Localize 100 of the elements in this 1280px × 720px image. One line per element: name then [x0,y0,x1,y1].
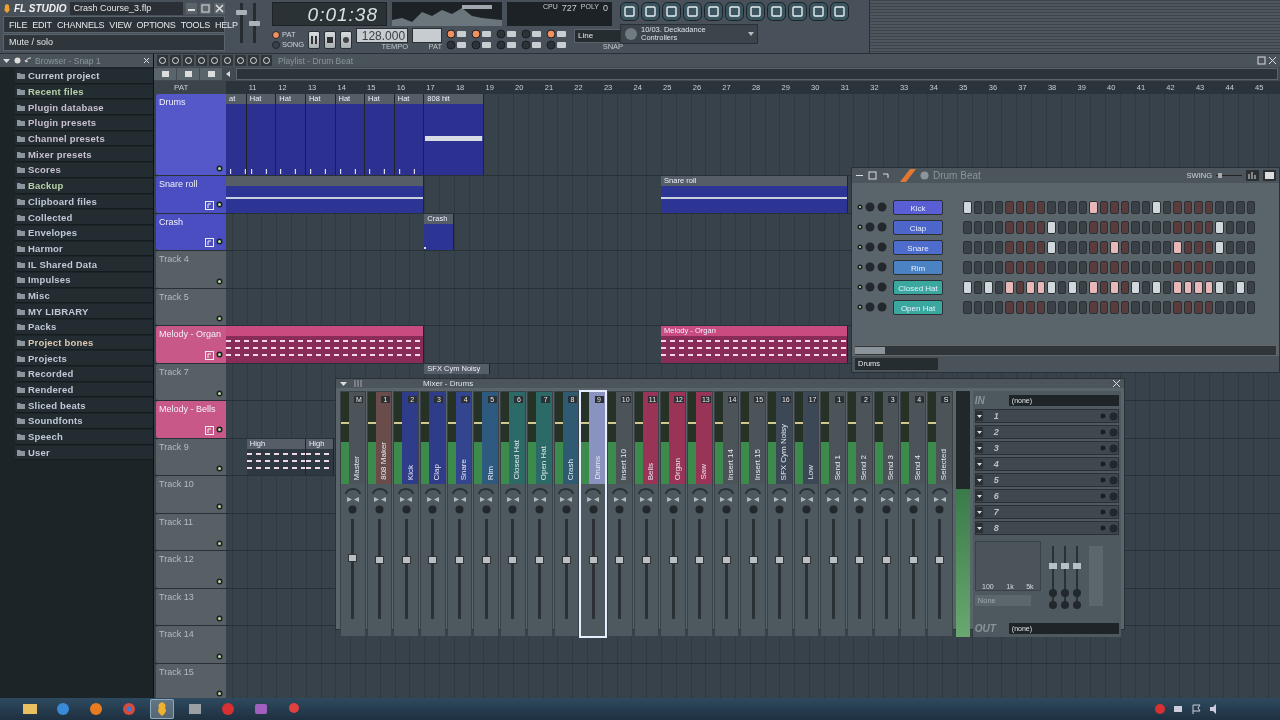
knob-icon[interactable] [775,505,785,514]
track-header[interactable]: Melody - Bells [156,401,226,438]
toggle-icon[interactable] [471,29,494,39]
led-icon[interactable] [857,284,863,290]
stop-button[interactable] [324,30,337,49]
browser-item[interactable]: IL Shared Data [15,257,153,272]
knob-icon[interactable] [615,505,625,514]
step-button[interactable] [1183,280,1192,294]
fader-track[interactable] [831,519,835,619]
toggle-icon[interactable] [471,40,494,50]
menu-item[interactable]: FILE [9,19,28,30]
stereo-icon[interactable] [373,497,386,502]
step-button[interactable] [1215,240,1224,254]
fader-thumb[interactable] [855,555,865,564]
automation-tab[interactable] [177,68,199,80]
effect-slot[interactable]: 3 [974,441,1119,455]
step-button[interactable] [1026,280,1035,294]
browser-item[interactable]: Recent files [15,84,153,100]
fader-track[interactable] [378,519,382,619]
fader-thumb[interactable] [748,555,758,564]
fader-track[interactable] [671,519,675,619]
arc-icon[interactable] [451,488,468,494]
led-icon[interactable] [216,425,223,433]
step-button[interactable] [1110,240,1119,254]
stereo-icon[interactable] [426,497,439,502]
knob-icon[interactable] [401,505,411,514]
browser-item[interactable]: Backup [15,178,153,194]
caret-icon[interactable] [975,507,983,517]
effect-slot[interactable]: 7 [974,505,1119,519]
step-button[interactable] [1005,280,1014,294]
browser-item[interactable]: Plugin presets [15,116,153,131]
record-tray-icon[interactable] [1154,703,1166,715]
browser-item[interactable]: Recorded [15,367,153,382]
step-button[interactable] [1047,280,1056,294]
stereo-icon[interactable] [533,497,546,502]
target-icon[interactable] [13,56,22,65]
effect-slot[interactable]: 2 [974,425,1119,439]
track-header[interactable]: Crash [156,213,226,250]
toggle-icon[interactable] [521,40,544,50]
fader-thumb[interactable] [588,555,598,564]
browser-item[interactable]: Impulses [15,272,153,288]
stereo-icon[interactable] [667,497,680,502]
pattern-display[interactable] [412,28,443,43]
fader-thumb[interactable] [908,555,918,564]
knob-icon[interactable] [828,505,838,514]
channel-button[interactable]: Snare [893,239,943,255]
step-button[interactable] [984,280,993,294]
arc-icon[interactable] [851,488,868,494]
knob-icon[interactable] [882,505,892,514]
knob-icon[interactable] [535,505,545,514]
effect-slot[interactable]: 6 [974,489,1119,503]
browser-item[interactable]: MY LIBRARY [15,304,153,319]
fader-track[interactable] [911,519,915,619]
channel-button[interactable]: Rim [893,259,943,275]
fader-thumb[interactable] [695,555,705,564]
step-button[interactable] [1047,220,1056,234]
fader-thumb[interactable] [641,555,651,564]
browser-item[interactable]: Sliced beats [15,398,153,414]
stereo-icon[interactable] [400,497,413,502]
fader-track[interactable] [538,519,542,619]
minimize-icon[interactable] [186,3,197,14]
fader-track[interactable] [698,519,702,619]
step-button[interactable] [1152,280,1161,294]
browser-item[interactable]: Project bones [15,335,153,351]
menu-item[interactable]: OPTIONS [136,19,176,30]
led-icon[interactable] [216,315,223,322]
stereo-icon[interactable] [613,497,626,502]
led-icon[interactable] [216,652,223,660]
tray-icon[interactable] [1172,703,1184,715]
led-icon[interactable] [216,238,223,245]
menu-item[interactable]: VIEW [109,19,132,30]
toggle-icon[interactable] [546,29,569,39]
browser-item[interactable]: Current project [15,69,153,84]
step-button[interactable] [1047,240,1056,254]
step-button[interactable] [1089,200,1098,214]
arc-icon[interactable] [585,488,602,494]
step-button[interactable] [1110,280,1119,294]
toggle-icon[interactable] [446,40,469,50]
note-tab[interactable] [200,68,222,80]
stereo-icon[interactable] [720,497,733,502]
close-icon[interactable] [142,56,151,65]
led-icon[interactable] [857,304,863,310]
knob-icon[interactable] [908,505,918,514]
browser-item[interactable]: Rendered [15,382,153,398]
toggle-icon[interactable] [521,29,544,39]
track-header[interactable]: Track 10 [156,476,226,513]
fader-track[interactable] [938,519,942,619]
fader-track[interactable] [805,519,809,619]
browser-item[interactable]: Projects [15,351,153,367]
browser-item[interactable]: Speech [15,429,153,445]
stereo-icon[interactable] [827,497,840,502]
browser-item[interactable]: Scores [15,163,153,178]
arc-icon[interactable] [745,488,762,494]
fader-track[interactable] [885,519,889,619]
effect-slot[interactable]: 5 [974,473,1119,487]
menu-item[interactable]: HELP [215,19,238,30]
tempo-display[interactable]: 128.000 [356,28,409,43]
stereo-icon[interactable] [853,497,866,502]
led-icon[interactable] [216,577,223,585]
track-header[interactable]: Track 13 [156,588,226,625]
